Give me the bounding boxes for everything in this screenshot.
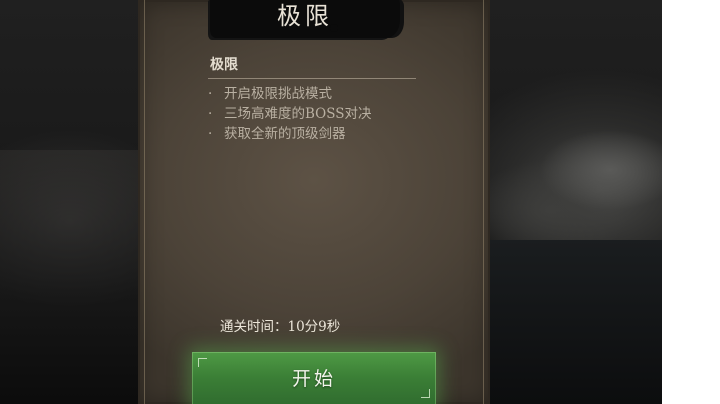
feature-text: 三场高难度的BOSS对决 (224, 106, 372, 122)
section-heading: 极限 (210, 57, 238, 73)
mode-title: 极限 (277, 2, 333, 30)
right-rocks (490, 120, 662, 250)
feature-item: · 三场高难度的BOSS对决 (208, 104, 372, 124)
left-cliff (0, 150, 140, 404)
mode-detail-panel: 极限 极限 · 开启极限挑战模式 · 三场高难度的BOSS对决 · 获取全新的顶级剑器… (138, 0, 490, 404)
start-button-label: 开始 (291, 368, 336, 390)
feature-item: · 开启极限挑战模式 (208, 84, 372, 104)
panel-border (144, 0, 484, 404)
start-button[interactable]: 开始 (192, 352, 436, 404)
feature-text: 开启极限挑战模式 (224, 86, 332, 102)
dark-water (490, 240, 662, 404)
clear-time-label: 通关时间：10分9秒 (220, 319, 341, 335)
feature-list: · 开启极限挑战模式 · 三场高难度的BOSS对决 · 获取全新的顶级剑器 (208, 84, 372, 144)
bullet-icon: · (208, 106, 213, 122)
section-divider (208, 78, 416, 79)
bullet-icon: · (208, 126, 213, 142)
feature-text: 获取全新的顶级剑器 (224, 126, 346, 142)
background-scene: 极限 极限 · 开启极限挑战模式 · 三场高难度的BOSS对决 · 获取全新的顶级剑器… (0, 0, 662, 404)
bullet-icon: · (208, 86, 213, 102)
title-ink-plate: 极限 (210, 0, 400, 38)
feature-item: · 获取全新的顶级剑器 (208, 124, 372, 144)
